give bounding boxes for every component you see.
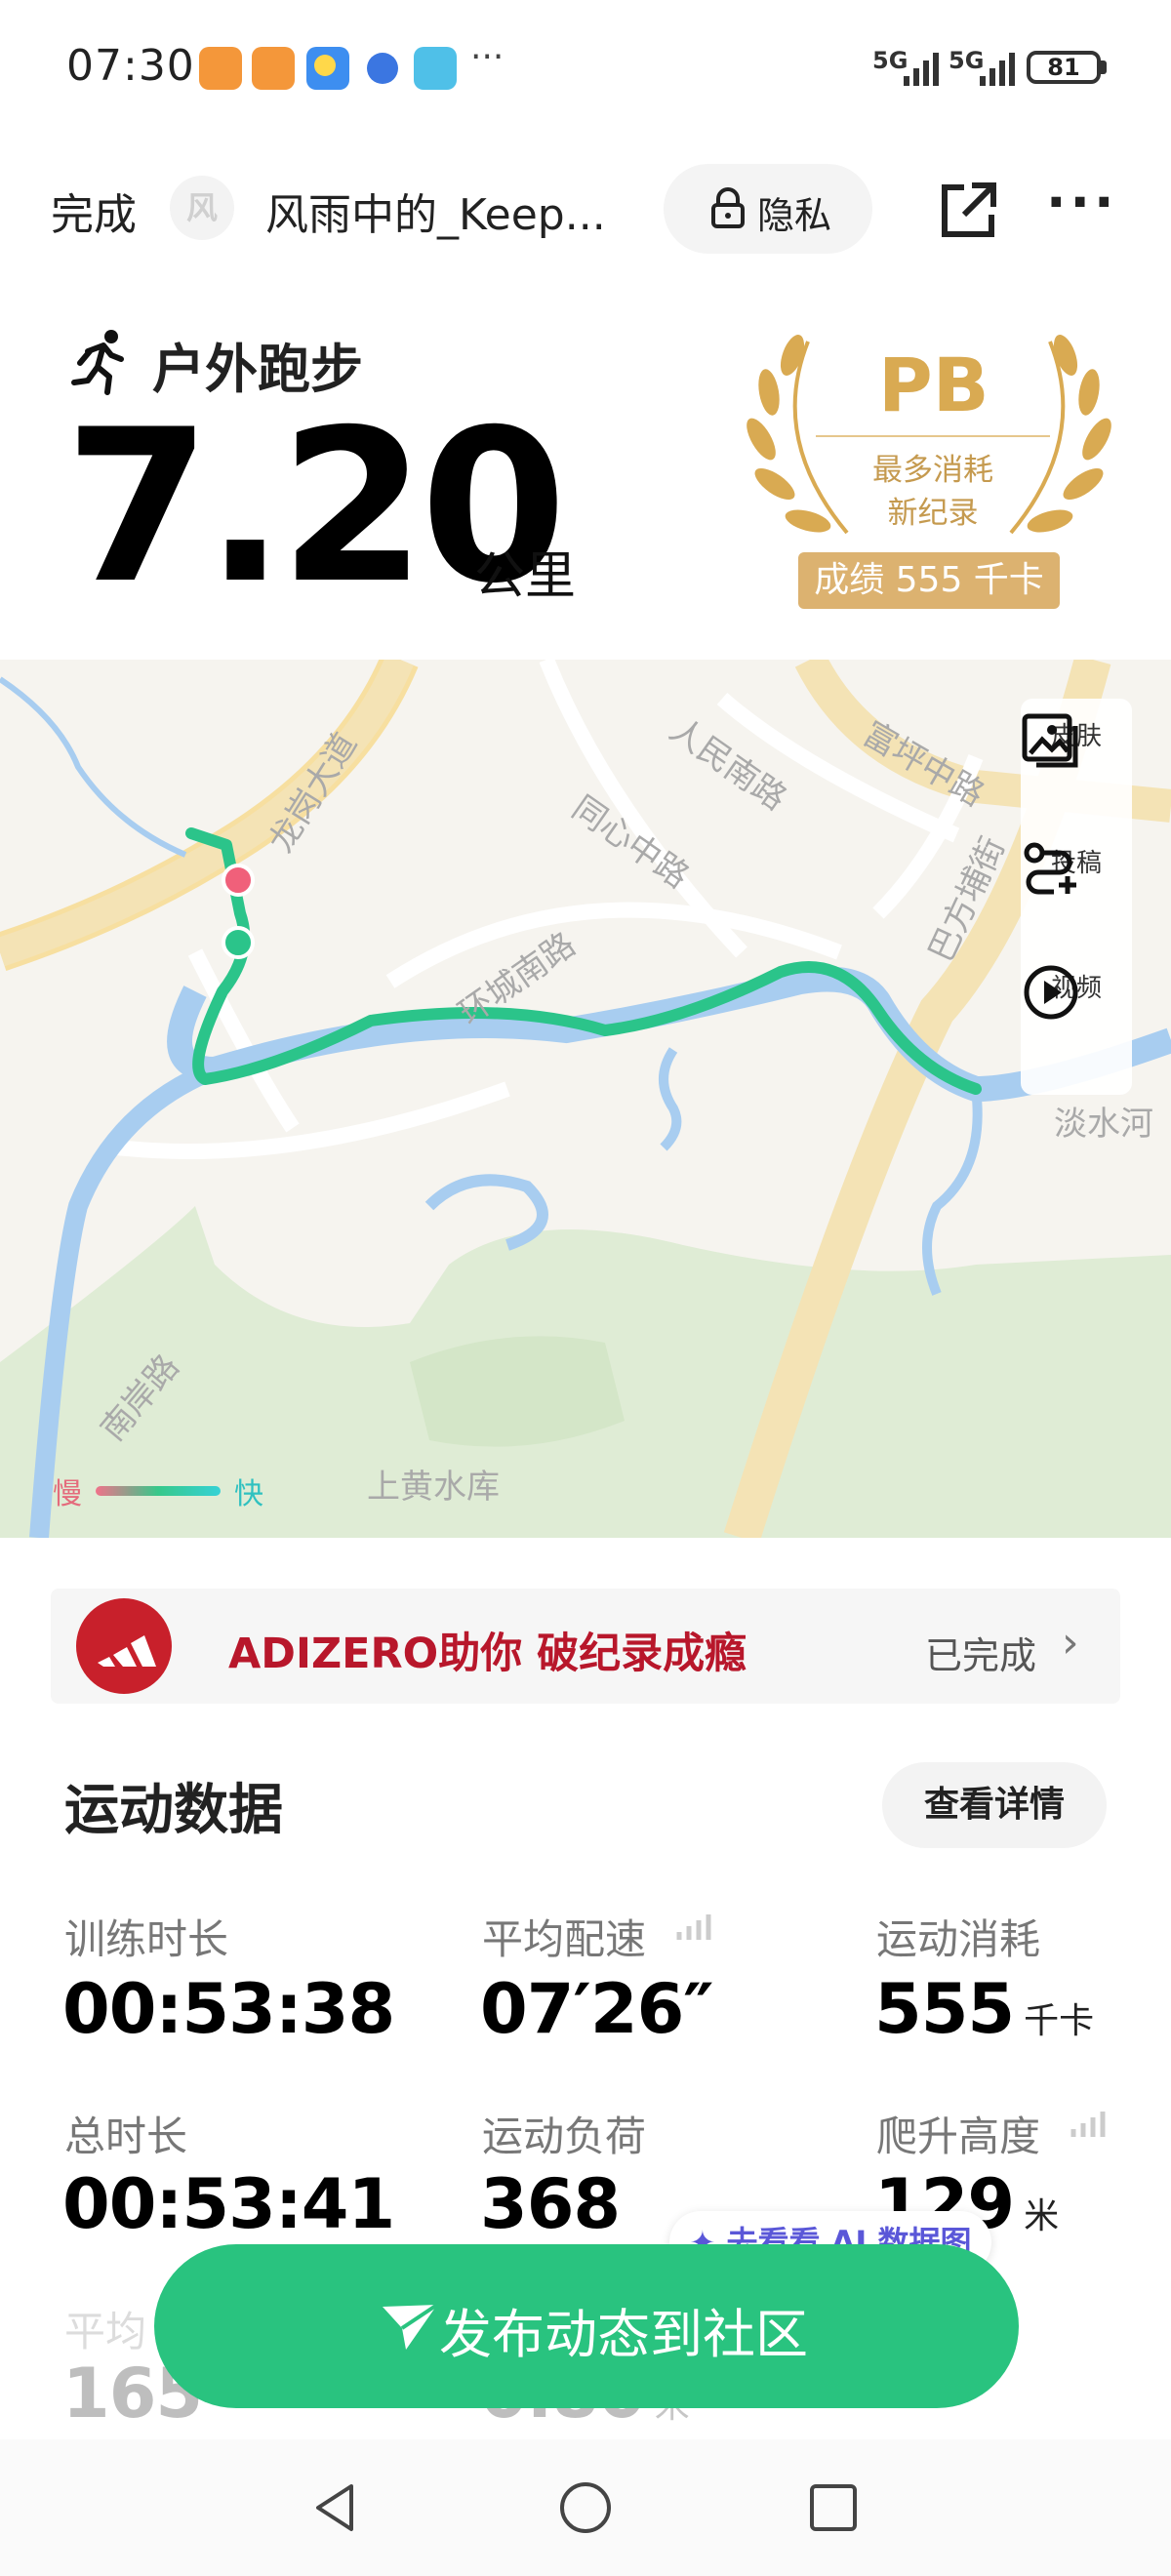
signal-bars-icon: [980, 53, 1015, 86]
home-icon[interactable]: [558, 2480, 613, 2535]
skin-icon: [1022, 713, 1078, 768]
system-nav-bar: [0, 2439, 1171, 2576]
start-marker: [222, 926, 255, 959]
publish-button[interactable]: 发布动态到社区: [154, 2244, 1019, 2408]
stat-label: 训练时长: [64, 1915, 229, 1963]
stat-label: 平均配速: [482, 1915, 647, 1963]
privacy-button[interactable]: 隐私: [664, 164, 872, 254]
username[interactable]: 风雨中的_Keep...: [265, 180, 606, 242]
stat-value: 00:53:38: [62, 1969, 395, 2049]
lock-icon: [711, 187, 745, 228]
pb-title: PB: [878, 342, 989, 428]
back-icon[interactable]: [308, 2480, 363, 2535]
more-notifications-icon: ···: [470, 37, 505, 77]
adidas-logo: [76, 1598, 172, 1694]
stat-label: 平均: [64, 2308, 147, 2355]
promo-banner[interactable]: ADIZERO助你 破纪录成瘾 已完成 ›: [51, 1589, 1120, 1704]
chevron-right-icon: ›: [1062, 1618, 1079, 1668]
publish-label: 发布动态到社区: [439, 2304, 808, 2365]
stat-unit: 千卡: [1024, 2001, 1095, 2041]
recents-icon[interactable]: [806, 2480, 861, 2535]
play-icon: [1024, 965, 1078, 1020]
status-time: 07:30: [66, 41, 195, 91]
stat-label: 运动负荷: [482, 2113, 647, 2160]
stat-label: 爬升高度: [876, 2113, 1041, 2160]
stat-value: 555 千卡: [874, 1969, 1095, 2049]
stat-value: 00:53:41: [62, 2164, 395, 2244]
stats-title: 运动数据: [64, 1779, 283, 1842]
map-label: 上黄水库: [367, 1468, 500, 1507]
distance-unit: 公里: [474, 547, 577, 606]
legend-slow-label: 慢: [53, 1477, 82, 1511]
promo-text: ADIZERO助你 破纪录成瘾: [228, 1630, 747, 1678]
video-button[interactable]: 视频: [1021, 964, 1132, 1020]
promo-status: 已完成: [925, 1634, 1037, 1677]
map-toolbar: 皮肤 投稿 视频: [1021, 699, 1132, 1095]
pace-legend-bar: [96, 1486, 221, 1496]
book-icon: [414, 47, 457, 90]
avatar[interactable]: 风: [170, 176, 234, 240]
end-marker: [222, 864, 255, 897]
pb-subtitle: 最多消耗: [872, 453, 993, 488]
done-button[interactable]: 完成: [51, 180, 137, 242]
weather-icon: [306, 47, 349, 90]
pb-subtitle: 新纪录: [887, 496, 979, 531]
more-menu-icon[interactable]: ···: [1046, 172, 1118, 233]
chart-icon[interactable]: [675, 1911, 714, 1944]
pb-score-badge[interactable]: 成绩 555 千卡: [798, 552, 1060, 609]
map-label: 淡水河: [1054, 1105, 1153, 1144]
signal-bars-icon: [904, 53, 939, 86]
app-notification-icon: [199, 47, 242, 90]
pb-divider: [816, 435, 1050, 437]
stat-value: 07′26″: [480, 1969, 714, 2049]
send-icon: [383, 2303, 439, 2350]
share-icon[interactable]: [935, 178, 1001, 244]
app-notification-icon: [252, 47, 295, 90]
stat-label: 总时长: [64, 2113, 188, 2160]
legend-fast-label: 快: [234, 1477, 263, 1511]
browser-icon: [361, 47, 404, 90]
submit-button[interactable]: 投稿: [1021, 839, 1132, 895]
status-bar: 07:30 ··· 5G 5G 81: [0, 0, 1171, 146]
battery-indicator: 81: [1027, 51, 1101, 84]
route-icon: [1024, 842, 1076, 895]
privacy-label: 隐私: [757, 194, 832, 237]
stat-label: 运动消耗: [876, 1915, 1041, 1963]
stat-value: 368: [480, 2164, 621, 2244]
chart-icon[interactable]: [1070, 2108, 1109, 2141]
skin-button[interactable]: 皮肤: [1021, 712, 1132, 768]
route-map[interactable]: 龙岗大道 人民南路 富坪中路 同心中路 巴方埔街 环城南路 淡水河 南岸路 上黄…: [0, 660, 1171, 1538]
stat-unit: 米: [1024, 2196, 1060, 2236]
view-details-button[interactable]: 查看详情: [882, 1762, 1107, 1848]
battery-tip: [1101, 60, 1107, 74]
